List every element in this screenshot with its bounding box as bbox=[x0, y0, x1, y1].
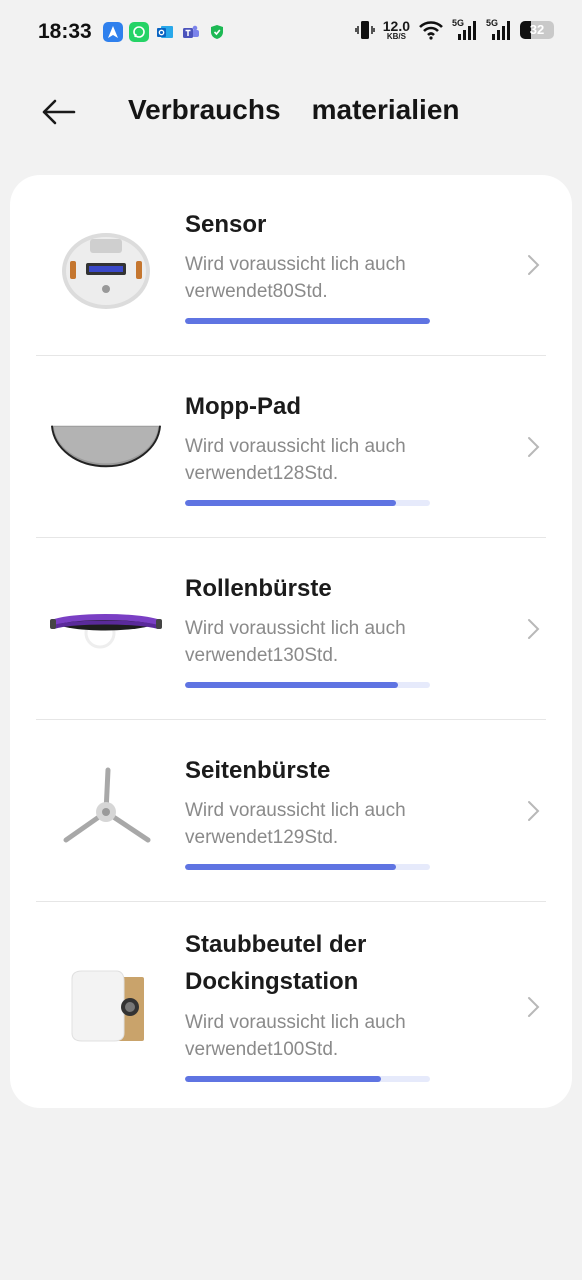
item-desc-line2: verwendet130Std. bbox=[185, 645, 339, 666]
notification-icons bbox=[103, 22, 227, 42]
remaining-progress-bar bbox=[185, 1076, 430, 1082]
whatsapp-icon bbox=[129, 22, 149, 42]
item-name-line1: Staubbeutel der bbox=[185, 931, 367, 958]
back-button[interactable] bbox=[38, 94, 78, 130]
item-desc-line1: Wird voraussicht lich auch bbox=[185, 254, 406, 275]
status-bar: 18:33 12.0 KB/S 5G 5G 32 bbox=[0, 0, 582, 64]
item-desc-line2: verwendet80Std. bbox=[185, 281, 328, 302]
system-indicators: 12.0 KB/S 5G 5G 32 bbox=[355, 18, 554, 42]
network-speed: 12.0 KB/S bbox=[383, 19, 410, 41]
list-item-staubbeutel[interactable]: Staubbeutel der Dockingstation Wird vora… bbox=[10, 902, 572, 1108]
status-time: 18:33 bbox=[38, 20, 92, 43]
battery-level: 32 bbox=[529, 22, 545, 37]
item-desc-line1: Wird voraussicht lich auch bbox=[185, 1012, 406, 1033]
teams-icon bbox=[181, 22, 201, 42]
remaining-progress-fill bbox=[185, 1076, 381, 1082]
list-item-seitenbuerste[interactable]: Seitenbürste Wird voraussicht lich auch … bbox=[10, 720, 572, 902]
main-brush-image bbox=[50, 583, 162, 673]
security-shield-icon bbox=[207, 22, 227, 42]
remaining-progress-fill bbox=[185, 864, 396, 870]
item-desc-line2: verwendet100Std. bbox=[185, 1039, 339, 1060]
chevron-right-icon bbox=[528, 437, 540, 457]
item-desc-line2: verwendet129Std. bbox=[185, 827, 339, 848]
item-desc-line2: verwendet128Std. bbox=[185, 463, 339, 484]
list-item-rollenbuerste[interactable]: Rollenbürste Wird voraussicht lich auch … bbox=[10, 538, 572, 720]
vibrate-icon bbox=[355, 21, 375, 39]
consumables-list: Sensor Wird voraussicht lich auch verwen… bbox=[10, 175, 572, 1108]
page-header: Verbrauchs materialien bbox=[0, 72, 582, 152]
remaining-progress-bar bbox=[185, 864, 430, 870]
side-brush-image bbox=[50, 766, 162, 856]
cell-signal-icon: 5G bbox=[452, 18, 478, 42]
item-desc-line1: Wird voraussicht lich auch bbox=[185, 436, 406, 457]
item-desc-line1: Wird voraussicht lich auch bbox=[185, 618, 406, 639]
back-arrow-icon bbox=[42, 99, 76, 125]
mop-pad-image bbox=[50, 401, 162, 491]
sensor-robot-image bbox=[50, 223, 162, 313]
network-speed-value: 12.0 bbox=[382, 18, 410, 34]
outlook-icon bbox=[155, 22, 175, 42]
chevron-right-icon bbox=[528, 997, 540, 1017]
navigation-app-icon bbox=[103, 22, 123, 42]
list-item-sensor[interactable]: Sensor Wird voraussicht lich auch verwen… bbox=[10, 175, 572, 356]
item-name: Rollenbürste bbox=[185, 575, 332, 602]
page-title: Verbrauchs materialien bbox=[128, 94, 460, 125]
chevron-right-icon bbox=[528, 255, 540, 275]
remaining-progress-fill bbox=[185, 682, 399, 688]
cell-signal-icon-2: 5G bbox=[486, 18, 512, 42]
remaining-progress-fill bbox=[185, 318, 430, 324]
item-desc-line1: Wird voraussicht lich auch bbox=[185, 800, 406, 821]
item-name: Sensor bbox=[185, 211, 267, 238]
item-name: Mopp-Pad bbox=[185, 393, 301, 420]
remaining-progress-bar bbox=[185, 318, 430, 324]
dust-bag-image bbox=[50, 962, 162, 1052]
list-item-mopp-pad[interactable]: Mopp-Pad Wird voraussicht lich auch verw… bbox=[10, 356, 572, 538]
item-name: Seitenbürste bbox=[185, 757, 331, 784]
chevron-right-icon bbox=[528, 619, 540, 639]
remaining-progress-bar bbox=[185, 682, 430, 688]
wifi-icon bbox=[419, 21, 443, 40]
item-name-line2: Dockingstation bbox=[185, 968, 359, 995]
network-speed-unit: KB/S bbox=[386, 32, 406, 41]
chevron-right-icon bbox=[528, 801, 540, 821]
remaining-progress-bar bbox=[185, 500, 430, 506]
battery-icon: 32 bbox=[520, 21, 554, 39]
remaining-progress-fill bbox=[185, 500, 396, 506]
